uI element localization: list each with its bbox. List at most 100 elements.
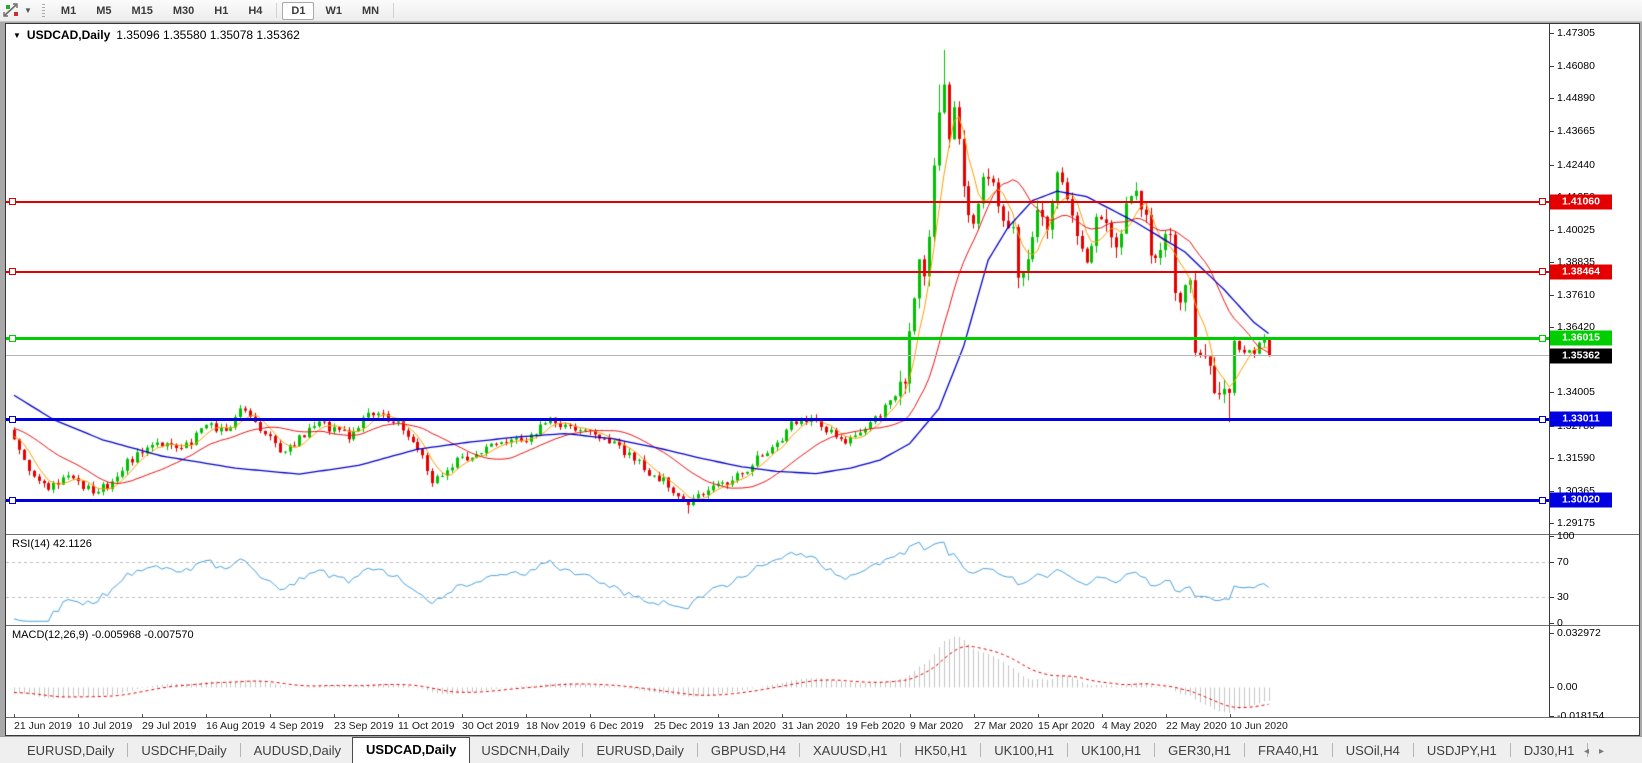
tab-separator (799, 743, 801, 757)
date-axis-label: 4 May 2020 (1102, 720, 1157, 732)
axis-tick-label: 1.46080 (1557, 60, 1595, 73)
chart-tab-dj30-h1[interactable]: DJ30,H1 (1513, 739, 1586, 763)
axis-tick-mark (1549, 261, 1554, 263)
timeframe-button-m5[interactable]: M5 (87, 2, 120, 20)
price-chart-canvas[interactable] (6, 24, 1549, 717)
chart-tools-icon[interactable] (3, 3, 23, 19)
date-axis-label: 22 May 2020 (1166, 720, 1227, 732)
toolbar-separator (393, 3, 395, 18)
date-axis-label: 11 Oct 2019 (398, 720, 455, 732)
tab-separator (1067, 743, 1069, 757)
chart-tab-usdcad-daily[interactable]: USDCAD,Daily (352, 737, 471, 763)
tab-separator (127, 743, 129, 757)
chart-tab-bar: EURUSD,Daily USDCHF,Daily AUDUSD,Daily USDC… (0, 736, 1642, 763)
axis-tick-mark (1549, 392, 1554, 394)
chart-workspace: ▼ USDCAD,Daily 1.35096 1.35580 1.35078 1… (0, 22, 1642, 736)
chart-tab-uk100-h1[interactable]: UK100,H1 (1070, 739, 1152, 763)
chart-tab-usdcnh-daily[interactable]: USDCNH,Daily (470, 739, 580, 763)
line-drag-handle[interactable] (1539, 415, 1546, 423)
horizontal-line-object[interactable] (6, 336, 1549, 340)
chart-tab-eurusd-daily[interactable]: EURUSD,Daily (16, 739, 125, 763)
axis-tick-mark (1549, 536, 1554, 537)
axis-tick-mark (1549, 562, 1554, 564)
timeframe-button-m30[interactable]: M30 (164, 2, 203, 20)
date-tick-mark (334, 714, 335, 718)
chart-tab-audusd-daily[interactable]: AUDUSD,Daily (243, 739, 352, 763)
pane-separator-main-rsi[interactable] (6, 534, 1639, 535)
chart-tab-usoil-h4[interactable]: USOil,H4 (1335, 739, 1411, 763)
chart-menu-icon[interactable]: ▼ (13, 31, 21, 40)
line-drag-handle[interactable] (9, 415, 16, 423)
axis-tick-mark (1549, 66, 1554, 68)
chart-tab-ger30-h1[interactable]: GER30,H1 (1157, 739, 1242, 763)
tab-separator (1244, 743, 1246, 757)
line-drag-handle[interactable] (1539, 268, 1546, 276)
line-drag-handle[interactable] (1539, 334, 1546, 342)
date-tick-mark (142, 714, 143, 718)
tab-separator (582, 743, 584, 757)
chart-tab-usdchf-daily[interactable]: USDCHF,Daily (130, 739, 237, 763)
line-drag-handle[interactable] (9, 198, 16, 206)
price-axis-divider (1549, 24, 1550, 717)
line-drag-handle[interactable] (1539, 198, 1546, 206)
timeframe-button-h4[interactable]: H4 (239, 2, 271, 20)
line-drag-handle[interactable] (1539, 496, 1546, 504)
date-axis-label: 10 Jul 2019 (78, 720, 133, 732)
chart-tab-eurusd-daily[interactable]: EURUSD,Daily (585, 739, 694, 763)
rsi-label: RSI(14) 42.1126 (12, 538, 92, 550)
line-drag-handle[interactable] (9, 268, 16, 276)
axis-tick-label: 0.00 (1557, 681, 1578, 693)
axis-tick-mark (1549, 131, 1554, 133)
tab-separator (1331, 743, 1333, 757)
horizontal-line-object[interactable] (6, 498, 1549, 502)
axis-tick-label: 1.43665 (1557, 125, 1595, 138)
date-tick-mark (654, 714, 655, 718)
timeframe-button-m1[interactable]: M1 (52, 2, 85, 20)
tab-scroll-left-icon[interactable]: ◂ (1584, 746, 1589, 757)
chart-tab-gbpusd-h4[interactable]: GBPUSD,H4 (700, 739, 797, 763)
horizontal-line-object[interactable] (6, 270, 1549, 273)
chart-tools-dropdown-icon[interactable]: ▼ (24, 6, 32, 15)
chart-tab-hk50-h1[interactable]: HK50,H1 (903, 739, 978, 763)
axis-tick-mark (1549, 33, 1554, 34)
date-tick-mark (590, 714, 591, 718)
axis-tick-mark (1549, 164, 1554, 166)
chart-tab-usdjpy-h1[interactable]: USDJPY,H1 (1416, 739, 1508, 763)
axis-tick-label: 1.37610 (1557, 289, 1595, 301)
current-price-line (6, 355, 1549, 357)
axis-tick-label: 1.34005 (1557, 386, 1595, 399)
top-toolbar: ▼ M1 M5 M15 M30 H1 H4 D1 W1 MN (0, 0, 1642, 22)
horizontal-line-object[interactable] (6, 200, 1549, 203)
tab-separator (900, 743, 902, 757)
timeframe-button-m15[interactable]: M15 (122, 2, 161, 20)
date-axis-label: 4 Sep 2019 (270, 720, 324, 732)
axis-tick-label: 1.47305 (1557, 27, 1595, 39)
timeframe-button-mn[interactable]: MN (353, 2, 388, 20)
date-tick-mark (398, 714, 399, 718)
tab-scroll-right-icon[interactable]: ▸ (1599, 746, 1604, 757)
timeframe-button-h1[interactable]: H1 (205, 2, 237, 20)
chart-tab-fra40-h1[interactable]: FRA40,H1 (1247, 739, 1330, 763)
price-axis-badge: 1.36015 (1550, 330, 1612, 346)
timeframe-button-w1[interactable]: W1 (316, 2, 351, 20)
axis-tick-mark (1549, 687, 1554, 688)
axis-tick-label: 1.44890 (1557, 92, 1595, 105)
date-tick-mark (1102, 714, 1103, 718)
tab-separator (239, 743, 241, 757)
timeframe-button-d1[interactable]: D1 (282, 1, 315, 20)
chart-tab-xauusd-h1[interactable]: XAUUSD,H1 (802, 739, 898, 763)
chart-title: ▼ USDCAD,Daily 1.35096 1.35580 1.35078 1… (13, 28, 300, 42)
date-tick-mark (270, 714, 271, 718)
horizontal-line-object[interactable] (6, 417, 1549, 421)
chart-tab-uk100-h1[interactable]: UK100,H1 (983, 739, 1065, 763)
price-axis-badge: 1.38464 (1550, 264, 1612, 280)
axis-tick-mark (1549, 457, 1554, 459)
pane-separator-rsi-macd[interactable] (6, 625, 1639, 626)
toolbar-grip[interactable] (41, 3, 45, 18)
date-axis-label: 6 Dec 2019 (590, 720, 644, 732)
date-tick-mark (974, 714, 975, 718)
date-axis-label: 9 Mar 2020 (910, 720, 964, 732)
date-tick-mark (462, 714, 463, 718)
line-drag-handle[interactable] (9, 496, 16, 504)
line-drag-handle[interactable] (9, 334, 16, 342)
